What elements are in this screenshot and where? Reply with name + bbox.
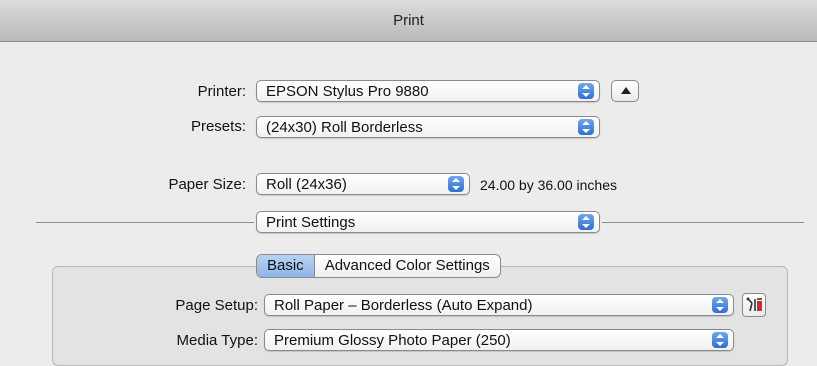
- tab-basic[interactable]: Basic: [257, 255, 315, 277]
- page-setup-value: Roll Paper – Borderless (Auto Expand): [274, 297, 533, 314]
- print-settings-value: Print Settings: [266, 214, 356, 231]
- updown-arrows-icon: [712, 297, 728, 313]
- tools-icon[interactable]: [742, 293, 766, 317]
- presets-label: Presets:: [190, 118, 246, 135]
- printer-popup[interactable]: EPSON Stylus Pro 9880: [256, 80, 600, 102]
- paper-size-popup[interactable]: Roll (24x36): [256, 173, 470, 195]
- page-setup-label: Page Setup:: [175, 297, 258, 314]
- disclosure-triangle-icon[interactable]: [611, 80, 639, 102]
- media-type-value: Premium Glossy Photo Paper (250): [274, 332, 511, 349]
- separator-right: [602, 222, 804, 223]
- updown-arrows-icon: [578, 119, 594, 135]
- paper-dimensions: 24.00 by 36.00 inches: [480, 177, 617, 193]
- page-setup-popup[interactable]: Roll Paper – Borderless (Auto Expand): [264, 294, 734, 316]
- updown-arrows-icon: [712, 332, 728, 348]
- settings-group-box: [52, 266, 788, 366]
- updown-arrows-icon: [578, 83, 594, 99]
- updown-arrows-icon: [578, 214, 594, 230]
- separator-left: [36, 222, 254, 223]
- presets-popup[interactable]: (24x30) Roll Borderless: [256, 116, 600, 138]
- print-settings-popup[interactable]: Print Settings: [256, 211, 600, 233]
- printer-label: Printer:: [197, 83, 246, 100]
- paper-size-label: Paper Size:: [168, 176, 246, 193]
- paper-size-value: Roll (24x36): [266, 176, 347, 193]
- title-bar: Print: [0, 0, 817, 42]
- media-type-popup[interactable]: Premium Glossy Photo Paper (250): [264, 329, 734, 351]
- tools-icon-graphic: [746, 297, 762, 312]
- tab-bar: Basic Advanced Color Settings: [256, 254, 501, 278]
- updown-arrows-icon: [448, 176, 464, 192]
- media-type-label: Media Type:: [176, 332, 258, 349]
- window-title: Print: [393, 12, 424, 29]
- printer-value: EPSON Stylus Pro 9880: [266, 83, 429, 100]
- tab-advanced-color-settings[interactable]: Advanced Color Settings: [315, 255, 500, 277]
- presets-value: (24x30) Roll Borderless: [266, 119, 423, 136]
